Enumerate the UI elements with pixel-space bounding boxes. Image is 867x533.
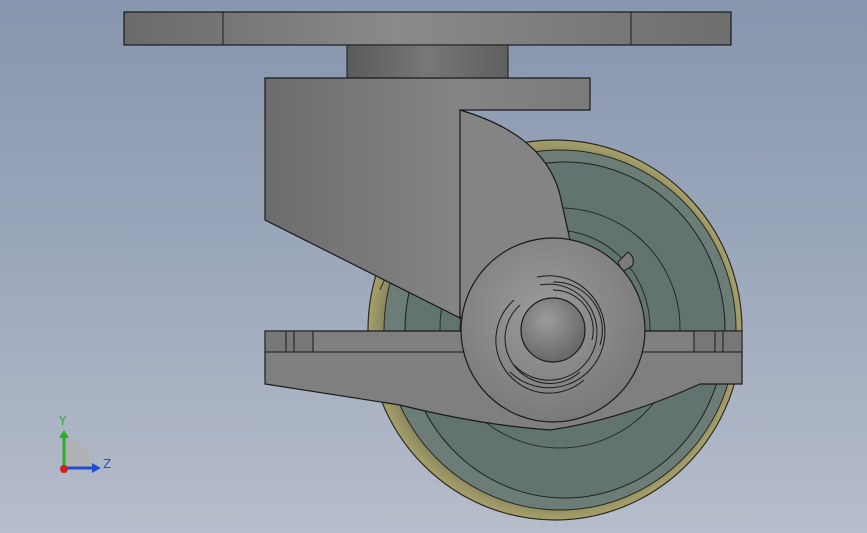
swivel-stem[interactable]: [346, 44, 509, 79]
fork-boss-left: [264, 330, 314, 353]
triad-y-arrowhead: [59, 430, 69, 438]
axle-cap: [520, 297, 586, 363]
triad-y-label: Y: [59, 414, 67, 428]
triad-z-label: Z: [103, 457, 112, 471]
fork-boss-right: [693, 330, 743, 353]
top-plate-body: [123, 11, 732, 46]
top-plate[interactable]: [123, 11, 732, 46]
orientation-triad[interactable]: [48, 412, 108, 478]
swivel-caster-model[interactable]: [0, 0, 867, 533]
cad-viewport[interactable]: Y Z: [0, 0, 867, 533]
triad-x-origin: [60, 465, 68, 473]
triad-plane-wedge: [64, 438, 92, 468]
hub-assembly[interactable]: [460, 237, 646, 423]
triad-z-arrowhead: [92, 463, 101, 473]
